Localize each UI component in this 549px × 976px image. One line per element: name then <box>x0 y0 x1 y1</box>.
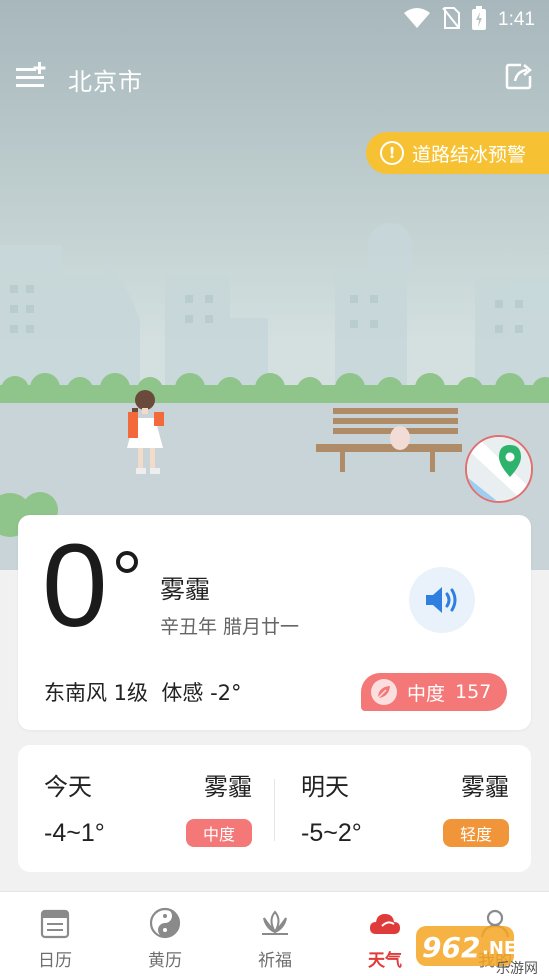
no-sim-icon <box>442 6 461 34</box>
forecast-tomorrow[interactable]: 明天 雾霾 -5~2° 轻度 <box>275 745 531 872</box>
lotus-icon <box>262 910 288 935</box>
alert-text: 道路结冰预警 <box>412 143 527 166</box>
tab-label: 祈福 <box>258 951 292 971</box>
aqi-value: 157 <box>455 681 492 703</box>
city-menu-button[interactable] <box>16 62 46 90</box>
status-time: 1:41 <box>498 9 535 30</box>
current-condition: 雾霾 <box>160 575 211 604</box>
feels-like: 体感 -2° <box>161 681 242 705</box>
map-location-icon <box>467 437 531 501</box>
wifi-icon <box>404 7 431 33</box>
wind-and-feels-like: 东南风 1级 体感 -2° <box>44 677 242 707</box>
bottom-tab-bar: 日历 黄历 祈福 天气 我的 <box>0 891 549 976</box>
tab-label: 日历 <box>38 951 72 971</box>
share-icon <box>505 63 532 90</box>
tab-label: 我的 <box>478 951 512 971</box>
calendar-icon <box>40 909 70 939</box>
status-bar: 1:41 <box>0 0 549 40</box>
add-city-list-icon <box>16 62 46 87</box>
weather-scene: 1:41 北京市 ! 道路结冰预警 <box>0 0 549 570</box>
forecast-condition: 雾霾 <box>461 773 509 801</box>
forecast-card[interactable]: 今天 雾霾 -4~1° 中度 明天 雾霾 -5~2° 轻度 <box>18 745 531 872</box>
top-bar: 北京市 <box>0 50 549 102</box>
weather-icon <box>370 914 400 934</box>
forecast-day: 今天 <box>44 773 92 801</box>
voice-broadcast-button[interactable] <box>409 567 475 633</box>
forecast-condition: 雾霾 <box>204 773 252 801</box>
tab-blessing[interactable]: 祈福 <box>220 892 330 976</box>
current-temperature: 0 <box>42 520 108 652</box>
tab-calendar[interactable]: 日历 <box>0 892 110 976</box>
tab-label: 天气 <box>368 951 402 971</box>
tab-label: 黄历 <box>148 951 182 971</box>
forecast-aqi-tag: 中度 <box>186 819 252 847</box>
leaf-icon <box>371 679 397 705</box>
map-button[interactable] <box>465 435 533 503</box>
forecast-aqi-tag: 轻度 <box>443 819 509 847</box>
forecast-temp-range: -4~1° <box>44 819 105 847</box>
battery-charging-icon <box>472 5 487 35</box>
tab-weather[interactable]: 天气 <box>330 892 440 976</box>
aqi-level: 中度 <box>407 682 446 705</box>
current-weather-card: 0 雾霾 辛丑年 腊月廿一 东南风 1级 体感 -2° 中度 157 <box>18 515 531 730</box>
wind-info: 东南风 1级 <box>44 681 149 705</box>
tab-almanac[interactable]: 黄历 <box>110 892 220 976</box>
share-button[interactable] <box>505 62 533 90</box>
speaker-icon <box>426 587 457 613</box>
alert-icon: ! <box>380 141 404 165</box>
forecast-today[interactable]: 今天 雾霾 -4~1° 中度 <box>18 745 274 872</box>
city-title[interactable]: 北京市 <box>68 62 143 97</box>
tab-profile[interactable]: 我的 <box>440 892 549 976</box>
lunar-date: 辛丑年 腊月廿一 <box>160 616 300 638</box>
profile-icon <box>480 909 510 938</box>
degree-symbol <box>116 551 138 573</box>
weather-alert-button[interactable]: ! 道路结冰预警 <box>366 132 549 174</box>
forecast-temp-range: -5~2° <box>301 819 362 847</box>
yin-yang-icon <box>149 907 181 939</box>
air-quality-badge[interactable]: 中度 157 <box>361 673 507 711</box>
forecast-day: 明天 <box>301 773 349 801</box>
